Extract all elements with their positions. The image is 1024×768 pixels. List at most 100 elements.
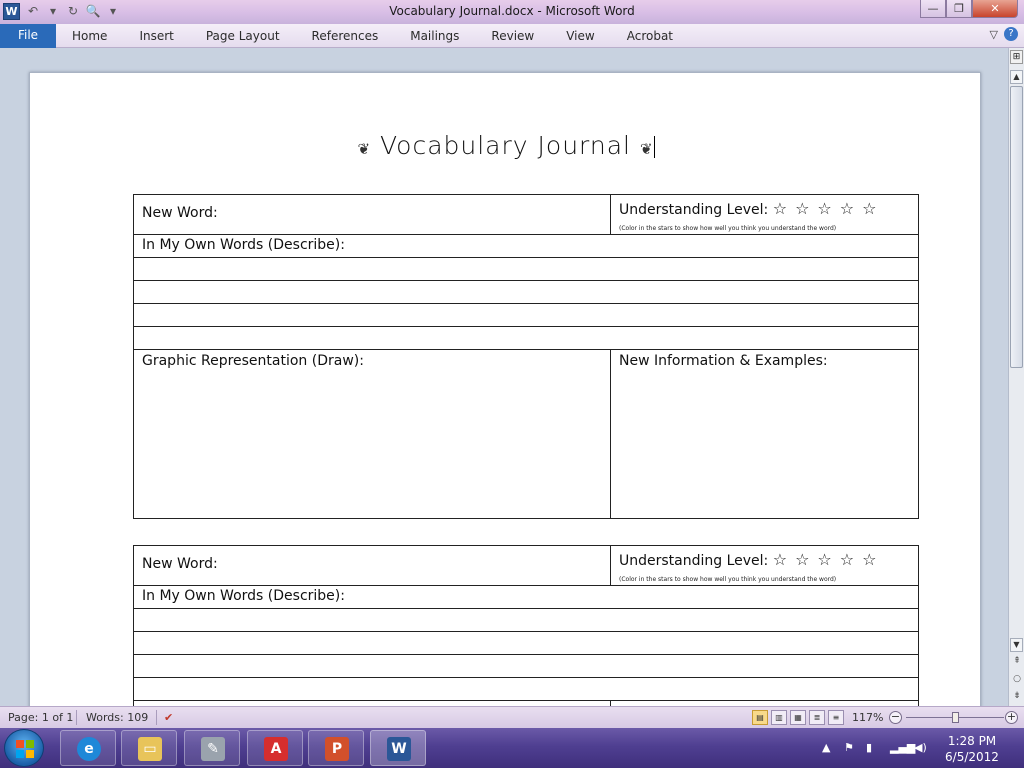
start-button[interactable] — [4, 729, 44, 767]
full-screen-reading-icon[interactable]: ▥ — [771, 710, 787, 725]
paint-tools-icon: ✎ — [201, 737, 225, 761]
minimize-ribbon-icon[interactable]: ▽ — [990, 28, 998, 41]
vocab-entry-table-2: New Word: Understanding Level: ☆☆☆☆☆ (Co… — [133, 545, 919, 706]
understanding-cell[interactable]: Understanding Level: ☆☆☆☆☆ (Color in the… — [611, 546, 918, 585]
taskbar-adobe-reader[interactable]: A — [247, 730, 303, 766]
new-word-label: New Word: — [142, 556, 218, 572]
adobe-reader-icon: A — [264, 737, 288, 761]
network-icon[interactable]: ▂▄▆ — [890, 741, 915, 754]
zoom-level[interactable]: 117% — [852, 711, 883, 724]
taskbar: e ▭ ✎ A P W ▲ ⚑ ▮ ▂▄▆ ◀) 1:28 PM 6/5/201… — [0, 728, 1024, 768]
clock-time: 1:28 PM — [947, 734, 997, 748]
taskbar-paint-tools[interactable]: ✎ — [184, 730, 240, 766]
window-title: Vocabulary Journal.docx - Microsoft Word — [389, 4, 635, 18]
writing-line[interactable] — [134, 304, 918, 327]
internet-explorer-icon: e — [77, 737, 101, 761]
writing-line[interactable] — [134, 609, 918, 632]
tab-mailings[interactable]: Mailings — [394, 24, 475, 48]
vocab-entry-table-1: New Word: Understanding Level: ☆☆☆☆☆ (Co… — [133, 194, 919, 519]
taskbar-internet-explorer[interactable]: e — [60, 730, 116, 766]
powerpoint-icon: P — [325, 737, 349, 761]
understanding-level-label: Understanding Level: ☆☆☆☆☆ — [619, 550, 885, 569]
page-count[interactable]: Page: 1 of 1 — [8, 711, 73, 724]
folder-icon: ▭ — [138, 737, 162, 761]
journal-title: ❦ Vocabulary Journal ❦ — [30, 131, 982, 160]
taskbar-powerpoint[interactable]: P — [308, 730, 364, 766]
tab-view[interactable]: View — [550, 24, 610, 48]
new-information-cell[interactable]: New Information & Examples: — [611, 350, 918, 518]
show-hidden-icons-icon[interactable]: ▲ — [822, 741, 830, 754]
view-buttons: ▤ ▥ ▦ ≣ ≡ — [752, 710, 844, 725]
vertical-scrollbar[interactable]: ⊞ ▲ ▼ ⇞ ○ ⇟ — [1008, 48, 1024, 706]
volume-icon[interactable]: ◀) — [914, 741, 927, 754]
tab-acrobat[interactable]: Acrobat — [611, 24, 689, 48]
web-layout-icon[interactable]: ▦ — [790, 710, 806, 725]
view-ruler-icon[interactable]: ⊞ — [1010, 50, 1023, 64]
tab-file[interactable]: File — [0, 24, 56, 48]
bug-left-icon: ❦ — [357, 140, 372, 158]
action-center-icon[interactable]: ⚑ — [844, 741, 854, 754]
new-word-label: New Word: — [142, 205, 218, 221]
help-icon[interactable]: ? — [1004, 27, 1018, 41]
scroll-down-arrow-icon[interactable]: ▼ — [1010, 638, 1023, 652]
own-words-label: In My Own Words (Describe): — [142, 237, 345, 253]
ribbon-tabs: File Home Insert Page Layout References … — [0, 24, 1024, 48]
taskbar-windows-explorer[interactable]: ▭ — [121, 730, 177, 766]
own-words-label: In My Own Words (Describe): — [142, 588, 345, 604]
browse-object-icon[interactable]: ○ — [1009, 674, 1024, 684]
scroll-thumb[interactable] — [1010, 86, 1023, 368]
outline-icon[interactable]: ≣ — [809, 710, 825, 725]
status-bar: Page: 1 of 1 Words: 109 ✔ ▤ ▥ ▦ ≣ ≡ 117%… — [0, 706, 1024, 728]
next-page-icon[interactable]: ⇟ — [1009, 691, 1024, 701]
zoom-in-button[interactable]: + — [1005, 711, 1018, 724]
new-information-label: New Information & Examples: — [619, 353, 828, 369]
previous-page-icon[interactable]: ⇞ — [1009, 656, 1024, 666]
writing-line[interactable] — [134, 655, 918, 678]
understanding-level-label: Understanding Level: ☆☆☆☆☆ — [619, 199, 885, 218]
system-clock[interactable]: 1:28 PM 6/5/2012 — [930, 733, 1014, 765]
word-icon: W — [387, 737, 411, 761]
clock-date: 6/5/2012 — [945, 750, 999, 764]
text-cursor — [653, 136, 655, 158]
tab-home[interactable]: Home — [56, 24, 123, 48]
scroll-up-arrow-icon[interactable]: ▲ — [1010, 70, 1023, 84]
journal-title-text: Vocabulary Journal — [380, 131, 631, 160]
window-controls: — ❐ ✕ — [920, 0, 1018, 18]
zoom-out-button[interactable]: − — [889, 711, 902, 724]
bug-right-icon: ❦ — [639, 140, 654, 158]
document-page[interactable]: ❦ Vocabulary Journal ❦ New Word: Underst… — [29, 72, 981, 706]
word-count[interactable]: Words: 109 — [86, 711, 148, 724]
own-words-row[interactable]: In My Own Words (Describe): — [134, 235, 918, 258]
zoom-slider-knob[interactable] — [952, 712, 959, 723]
minimize-button[interactable]: — — [920, 0, 946, 18]
restore-button[interactable]: ❐ — [946, 0, 972, 18]
proofing-icon[interactable]: ✔ — [164, 711, 173, 724]
draft-icon[interactable]: ≡ — [828, 710, 844, 725]
new-word-cell[interactable]: New Word: — [134, 546, 611, 585]
writing-line[interactable] — [134, 678, 918, 701]
graphic-representation-label: Graphic Representation (Draw): — [142, 353, 364, 369]
writing-line[interactable] — [134, 258, 918, 281]
print-layout-icon[interactable]: ▤ — [752, 710, 768, 725]
graphic-representation-cell[interactable]: Graphic Representation (Draw): — [134, 350, 611, 518]
understanding-cell[interactable]: Understanding Level: ☆☆☆☆☆ (Color in the… — [611, 195, 918, 234]
tab-references[interactable]: References — [296, 24, 395, 48]
new-word-cell[interactable]: New Word: — [134, 195, 611, 234]
windows-logo-icon — [16, 740, 34, 758]
close-button[interactable]: ✕ — [972, 0, 1018, 18]
writing-line[interactable] — [134, 327, 918, 350]
document-area[interactable]: ❦ Vocabulary Journal ❦ New Word: Underst… — [0, 48, 1008, 706]
tab-insert[interactable]: Insert — [123, 24, 189, 48]
understanding-note: (Color in the stars to show how well you… — [619, 576, 837, 583]
writing-line[interactable] — [134, 281, 918, 304]
own-words-row[interactable]: In My Own Words (Describe): — [134, 586, 918, 609]
understanding-stars[interactable]: ☆☆☆☆☆ — [773, 199, 885, 218]
writing-line[interactable] — [134, 632, 918, 655]
title-bar: W ↶ ▾ ↻ 🔍 ▾ Vocabulary Journal.docx - Mi… — [0, 0, 1024, 24]
understanding-note: (Color in the stars to show how well you… — [619, 225, 837, 232]
taskbar-word[interactable]: W — [370, 730, 426, 766]
understanding-stars[interactable]: ☆☆☆☆☆ — [773, 550, 885, 569]
power-icon[interactable]: ▮ — [866, 741, 872, 754]
tab-review[interactable]: Review — [475, 24, 550, 48]
tab-page-layout[interactable]: Page Layout — [190, 24, 296, 48]
